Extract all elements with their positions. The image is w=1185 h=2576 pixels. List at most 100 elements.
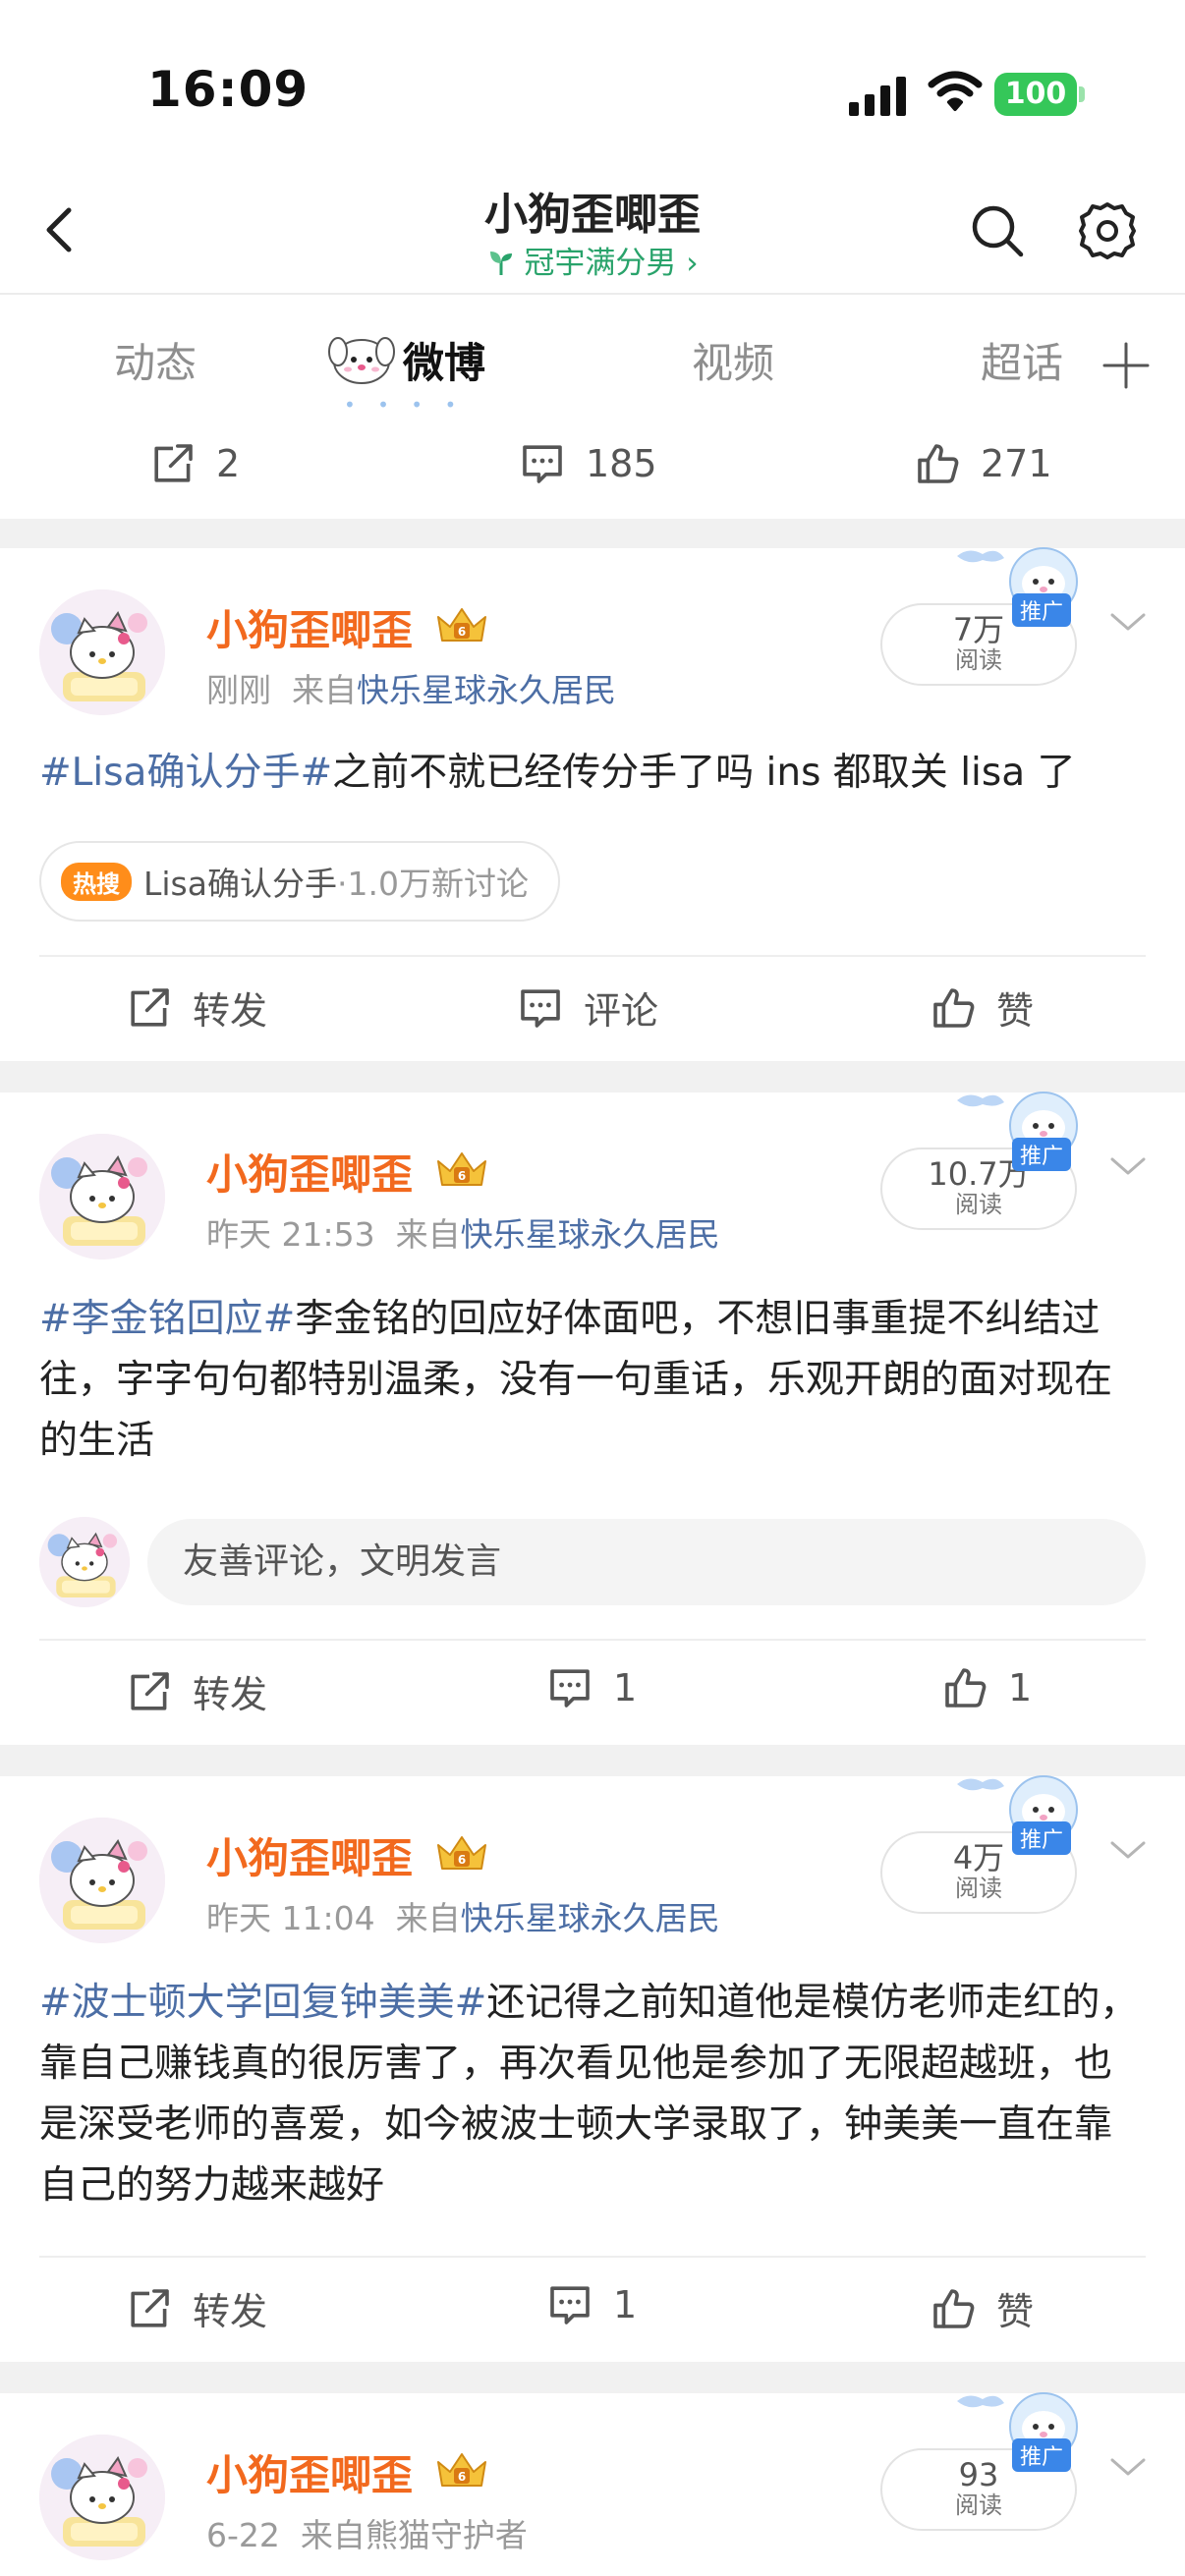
repost-label: 转发	[193, 989, 268, 1033]
repost-label: 转发	[193, 2290, 268, 2333]
wifi-icon	[928, 71, 983, 111]
post-meta: 6-22 来自熊猫守护者	[206, 2509, 528, 2556]
hashtag-link[interactable]: #Lisa确认分手#	[39, 751, 332, 795]
repost-icon	[126, 1668, 173, 1715]
battery-tip	[1079, 86, 1085, 102]
read-label: 阅读	[955, 646, 1002, 674]
profile-tabs: 动态 微博 • • • • 视频 超话	[0, 295, 1185, 422]
previous-post-actions: 2 185 271	[0, 422, 1185, 519]
chevron-down-icon[interactable]	[1106, 1835, 1150, 1865]
hot-search-chip[interactable]: 热搜 Lisa确认分手 ·1.0万新讨论	[39, 841, 560, 922]
comment-icon	[517, 984, 564, 1032]
like-icon	[930, 2285, 977, 2332]
promo-tag[interactable]: 推广	[1012, 1821, 1072, 1855]
hot-discussion-count: ·1.0万新讨论	[336, 865, 529, 903]
source-prefix: 来自	[395, 1215, 461, 1254]
hashtag-link[interactable]: #李金铭回应#	[39, 1297, 295, 1341]
username[interactable]: 小狗歪唧歪	[206, 2442, 413, 2502]
header: 小狗歪唧歪 冠宇满分男 ›	[0, 167, 1185, 295]
promo-tag[interactable]: 推广	[1012, 2438, 1072, 2472]
post-source[interactable]: 快乐星球永久居民	[461, 1899, 720, 1937]
divider	[39, 2256, 1146, 2258]
like-button[interactable]: 赞	[930, 2281, 1034, 2335]
avatar[interactable]	[39, 589, 165, 715]
post-card[interactable]: 小狗歪唧歪 昨天 11:04 来自快乐星球永久居民 4万 阅读 推广 #波士顿大…	[0, 1776, 1185, 2362]
hot-search-badge: 热搜	[61, 862, 132, 901]
chevron-down-icon[interactable]	[1106, 1151, 1150, 1181]
post-meta: 昨天 11:04 来自快乐星球永久居民	[206, 1892, 720, 1939]
like-label: 赞	[996, 2290, 1035, 2333]
comment-input[interactable]: 友善评论，文明发言	[147, 1519, 1146, 1605]
post-content[interactable]: #波士顿大学回复钟美美#还记得之前知道他是模仿老师走红的，靠自己赚钱真的很厉害了…	[39, 1973, 1150, 2216]
read-label: 阅读	[955, 1875, 1002, 1902]
post-card[interactable]: 小狗歪唧歪 刚刚 来自快乐星球永久居民 7万 阅读 推广 #Lisa确认分手#之…	[0, 548, 1185, 1061]
post-source[interactable]: 快乐星球永久居民	[357, 671, 616, 709]
comment-button[interactable]: 185	[519, 440, 657, 487]
comment-count: 1	[613, 2283, 638, 2326]
post-meta: 昨天 21:53 来自快乐星球永久居民	[206, 1208, 720, 1256]
crown-badge-icon[interactable]	[432, 1829, 491, 1876]
post-content[interactable]: #Lisa确认分手#之前不就已经传分手了吗 ins 都取关 lisa 了	[39, 743, 1150, 804]
tab-video[interactable]: 视频	[692, 330, 774, 390]
source-prefix: 来自	[291, 671, 357, 709]
commenter-avatar	[39, 1517, 130, 1607]
avatar[interactable]	[39, 2435, 165, 2560]
like-button[interactable]: 271	[914, 440, 1052, 487]
tab-super-topic[interactable]: 超话	[981, 330, 1063, 390]
repost-button[interactable]: 2	[149, 440, 240, 487]
like-count: 271	[981, 442, 1052, 485]
repost-icon	[126, 984, 173, 1032]
hashtag-link[interactable]: #波士顿大学回复钟美美#	[39, 1981, 486, 2025]
hot-topic: Lisa确认分手	[143, 865, 337, 903]
chevron-down-icon[interactable]	[1106, 607, 1150, 637]
gear-icon[interactable]	[1077, 200, 1138, 261]
repost-icon	[126, 2285, 173, 2332]
comment-icon	[546, 2281, 593, 2328]
post-source[interactable]: 熊猫守护者	[366, 2516, 528, 2554]
divider	[39, 955, 1146, 957]
paw-decoration: • • • •	[344, 393, 465, 417]
repost-button[interactable]: 转发	[126, 980, 267, 1035]
username[interactable]: 小狗歪唧歪	[206, 1142, 413, 1202]
username[interactable]: 小狗歪唧歪	[206, 597, 413, 657]
post-meta: 刚刚 来自快乐星球永久居民	[206, 664, 616, 711]
post-time: 6-22	[206, 2516, 280, 2554]
comment-icon	[546, 1664, 593, 1711]
repost-button[interactable]: 转发	[126, 1664, 267, 1718]
post-source[interactable]: 快乐星球永久居民	[461, 1215, 720, 1254]
crown-badge-icon[interactable]	[432, 1146, 491, 1193]
username[interactable]: 小狗歪唧歪	[206, 1825, 413, 1885]
promo-tag[interactable]: 推广	[1012, 1138, 1072, 1171]
like-button[interactable]: 1	[941, 1664, 1032, 1711]
comment-button[interactable]: 1	[546, 1664, 637, 1711]
comment-button[interactable]: 评论	[517, 980, 658, 1035]
crown-badge-icon[interactable]	[432, 601, 491, 648]
like-icon	[941, 1664, 988, 1711]
crown-badge-icon[interactable]	[432, 2446, 491, 2493]
avatar[interactable]	[39, 1134, 165, 1260]
chevron-down-icon[interactable]	[1106, 2452, 1150, 2482]
post-time: 刚刚	[206, 671, 271, 709]
plus-icon[interactable]	[1099, 338, 1154, 393]
promo-tag[interactable]: 推广	[1012, 593, 1072, 627]
tab-weibo[interactable]: 微博	[403, 330, 485, 390]
repost-button[interactable]: 转发	[126, 2281, 267, 2335]
status-time: 16:09	[147, 61, 310, 118]
subtitle-arrow: ›	[686, 246, 699, 281]
subtitle-text: 冠宇满分男	[524, 246, 677, 281]
tab-dynamic[interactable]: 动态	[114, 330, 197, 390]
like-label: 赞	[996, 989, 1035, 1033]
source-prefix: 来自	[300, 2516, 366, 2554]
like-button[interactable]: 赞	[930, 980, 1034, 1035]
post-card[interactable]: 小狗歪唧歪 6-22 来自熊猫守护者 93 阅读 推广	[0, 2393, 1185, 2576]
repost-count: 2	[216, 442, 241, 485]
read-label: 阅读	[955, 1191, 1002, 1218]
repost-label: 转发	[193, 1673, 268, 1716]
search-icon[interactable]	[968, 201, 1027, 260]
like-icon	[930, 984, 977, 1032]
comment-button[interactable]: 1	[546, 2281, 637, 2328]
post-content[interactable]: #李金铭回应#李金铭的回应好体面吧，不想旧事重提不纠结过往，字字句句都特别温柔，…	[39, 1289, 1150, 1472]
post-card[interactable]: 小狗歪唧歪 昨天 21:53 来自快乐星球永久居民 10.7万 阅读 推广 #李…	[0, 1092, 1185, 1745]
like-count: 1	[1008, 1666, 1033, 1709]
avatar[interactable]	[39, 1818, 165, 1943]
